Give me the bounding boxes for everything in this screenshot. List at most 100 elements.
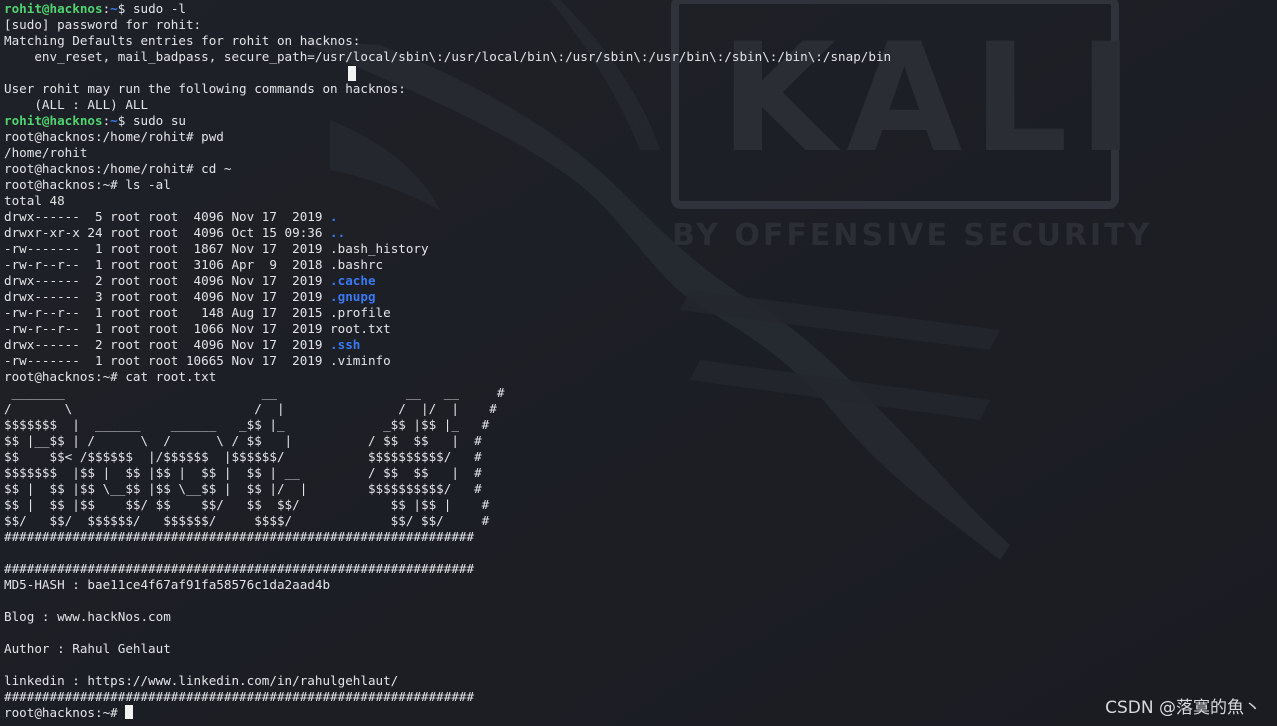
output-text: $$$$$$$ |$$ | $$ |$$ | $$ | $$ | __ / $$… (4, 465, 482, 480)
ls-directory-name: .ssh (330, 337, 361, 352)
terminal-line: root@hacknos:~# cat root.txt (4, 369, 891, 385)
output-text: root@hacknos:/home/rohit# pwd (4, 129, 224, 144)
terminal-line: ########################################… (4, 561, 891, 577)
ls-entry-info: -rw------- 1 root root 10665 Nov 17 2019 (4, 353, 331, 368)
terminal-line: /home/rohit (4, 145, 891, 161)
terminal-line: root@hacknos:/home/rohit# pwd (4, 129, 891, 145)
output-text: ########################################… (4, 689, 475, 704)
output-text: User rohit may run the following command… (4, 81, 406, 96)
ls-directory-name: . (330, 209, 338, 224)
terminal-line: $$ | $$ |$$ \__$$ |$$ \__$$ | $$ |/ | $$… (4, 481, 891, 497)
terminal-line: rohit@hacknos:~$ sudo su (4, 113, 891, 129)
terminal-line: drwx------ 3 root root 4096 Nov 17 2019 … (4, 289, 891, 305)
output-text: $$ $$< /$$$$$$ |/$$$$$$ |$$$$$$/ $$$$$$$… (4, 449, 482, 464)
command-text: sudo su (132, 113, 187, 128)
terminal-line: $$$$$$$ | ______ ______ _$$ |_ _$$ |$$ |… (4, 417, 891, 433)
terminal-line: $$ $$< /$$$$$$ |/$$$$$$ |$$$$$$/ $$$$$$$… (4, 449, 891, 465)
prompt-path: ~ (110, 1, 118, 16)
output-text: total 48 (4, 193, 65, 208)
terminal-line: (ALL : ALL) ALL (4, 97, 891, 113)
terminal-line: drwxr-xr-x 24 root root 4096 Oct 15 09:3… (4, 225, 891, 241)
terminal-line: MD5-HASH : bae11ce4f67af91fa58576c1da2aa… (4, 577, 891, 593)
output-text: $$/ $$/ $$$$$$/ $$$$$$/ $$$$/ $$/ $$/ # (4, 513, 490, 528)
output-text: $$ | $$ |$$ \__$$ |$$ \__$$ | $$ |/ | $$… (4, 481, 482, 496)
output-text: $$ | $$ |$$ $$/ $$ $$/ $$ $$/ $$ |$$ | # (4, 497, 490, 512)
output-text: $$$$$$$ | ______ ______ _$$ |_ _$$ |$$ |… (4, 417, 490, 432)
terminal-line: $$ |__$$ | / \ / \ / $$ | / $$ $$ | # (4, 433, 891, 449)
ls-file-name: .viminfo (330, 353, 391, 368)
text-cursor-block (348, 66, 356, 81)
ls-entry-info: drwx------ 5 root root 4096 Nov 17 2019 (4, 209, 331, 224)
terminal-line: User rohit may run the following command… (4, 81, 891, 97)
prompt-user: rohit@hacknos (4, 113, 103, 128)
terminal-line: -rw------- 1 root root 1867 Nov 17 2019 … (4, 241, 891, 257)
terminal-line: Matching Defaults entries for rohit on h… (4, 33, 891, 49)
ls-directory-name: .gnupg (330, 289, 376, 304)
prompt-user: rohit@hacknos (4, 1, 103, 16)
terminal-line: ########################################… (4, 689, 891, 705)
output-text: / \ / | / |/ | # (4, 401, 497, 416)
ls-entry-info: -rw-r--r-- 1 root root 3106 Apr 9 2018 (4, 257, 331, 272)
terminal-line: root@hacknos:~# (4, 705, 891, 721)
output-text: Author : Rahul Gehlaut (4, 641, 171, 656)
ls-entry-info: -rw-r--r-- 1 root root 1066 Nov 17 2019 (4, 321, 331, 336)
ls-entry-info: drwxr-xr-x 24 root root 4096 Oct 15 09:3… (4, 225, 331, 240)
output-text: Matching Defaults entries for rohit on h… (4, 33, 361, 48)
ls-entry-info: -rw-r--r-- 1 root root 148 Aug 17 2015 (4, 305, 331, 320)
terminal-cursor (125, 705, 134, 719)
terminal-line: rohit@hacknos:~$ sudo -l (4, 1, 891, 17)
output-text: Blog : www.hackNos.com (4, 609, 171, 624)
prompt-symbol: $ (117, 1, 133, 16)
terminal-line: -rw-r--r-- 1 root root 1066 Nov 17 2019 … (4, 321, 891, 337)
ls-file-name: .bashrc (330, 257, 384, 272)
terminal-line: drwx------ 5 root root 4096 Nov 17 2019 … (4, 209, 891, 225)
root-prompt: root@hacknos:~# (4, 705, 126, 720)
terminal-line: $$$$$$$ |$$ | $$ |$$ | $$ | $$ | __ / $$… (4, 465, 891, 481)
terminal-line: drwx------ 2 root root 4096 Nov 17 2019 … (4, 273, 891, 289)
terminal-output[interactable]: rohit@hacknos:~$ sudo -l [sudo] password … (4, 1, 891, 721)
output-text: MD5-HASH : bae11ce4f67af91fa58576c1da2aa… (4, 577, 331, 592)
terminal-line: linkedin : https://www.linkedin.com/in/r… (4, 673, 891, 689)
output-text: /home/rohit (4, 145, 88, 160)
command-text: sudo -l (132, 1, 187, 16)
terminal-line: _______ __ __ __ # (4, 385, 891, 401)
ls-file-name: .bash_history (330, 241, 429, 256)
output-text: root@hacknos:~# cat root.txt (4, 369, 217, 384)
terminal-line: -rw-r--r-- 1 root root 3106 Apr 9 2018 .… (4, 257, 891, 273)
output-text: linkedin : https://www.linkedin.com/in/r… (4, 673, 399, 688)
ls-entry-info: drwx------ 2 root root 4096 Nov 17 2019 (4, 337, 331, 352)
terminal-line: [sudo] password for rohit: (4, 17, 891, 33)
output-text: _______ __ __ __ # (4, 385, 505, 400)
terminal-line: / \ / | / |/ | # (4, 401, 891, 417)
terminal-line: -rw------- 1 root root 10665 Nov 17 2019… (4, 353, 891, 369)
terminal-line: root@hacknos:/home/rohit# cd ~ (4, 161, 891, 177)
ls-entry-info: drwx------ 2 root root 4096 Nov 17 2019 (4, 273, 331, 288)
watermark: CSDN @落寞的魚丶 (1105, 698, 1261, 718)
prompt-path: ~ (110, 113, 118, 128)
output-text: ########################################… (4, 561, 475, 576)
terminal-line: ########################################… (4, 529, 891, 545)
terminal-line: env_reset, mail_badpass, secure_path=/us… (4, 49, 891, 65)
output-text: ########################################… (4, 529, 475, 544)
output-text: root@hacknos:~# ls -al (4, 177, 171, 192)
terminal-line: drwx------ 2 root root 4096 Nov 17 2019 … (4, 337, 891, 353)
ls-entry-info: drwx------ 3 root root 4096 Nov 17 2019 (4, 289, 331, 304)
output-text: (ALL : ALL) ALL (4, 97, 149, 112)
terminal-line: Blog : www.hackNos.com (4, 609, 891, 625)
prompt-symbol: $ (117, 113, 133, 128)
terminal-line: root@hacknos:~# ls -al (4, 177, 891, 193)
output-text: $$ |__$$ | / \ / \ / $$ | / $$ $$ | # (4, 433, 482, 448)
terminal-line: -rw-r--r-- 1 root root 148 Aug 17 2015 .… (4, 305, 891, 321)
terminal-line: $$ | $$ |$$ $$/ $$ $$/ $$ $$/ $$ |$$ | # (4, 497, 891, 513)
ls-file-name: .profile (330, 305, 391, 320)
output-text: env_reset, mail_badpass, secure_path=/us… (4, 49, 892, 64)
output-text: root@hacknos:/home/rohit# cd ~ (4, 161, 232, 176)
output-text: [sudo] password for rohit: (4, 17, 202, 32)
ls-file-name: root.txt (330, 321, 391, 336)
terminal-line: $$/ $$/ $$$$$$/ $$$$$$/ $$$$/ $$/ $$/ # (4, 513, 891, 529)
